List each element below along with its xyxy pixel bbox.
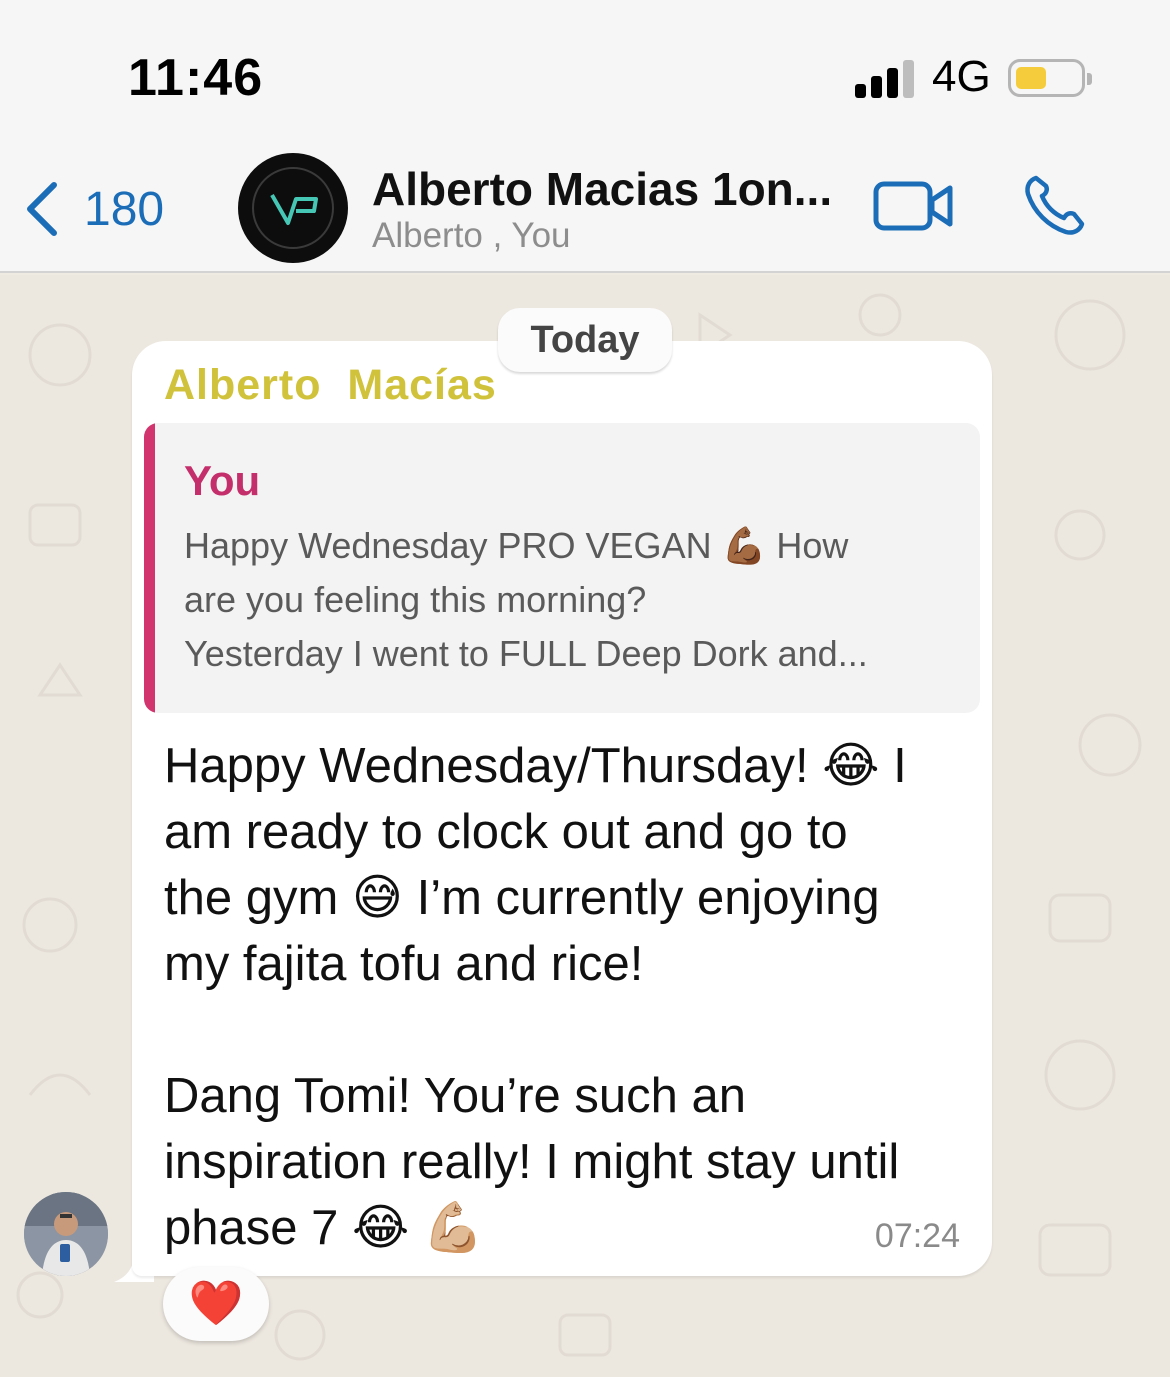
vp-logo-icon [252, 167, 334, 249]
back-button[interactable]: 180 [22, 174, 164, 244]
video-call-icon[interactable] [872, 176, 956, 236]
quote-text: Happy Wednesday PRO VEGAN 💪🏾 How are you… [184, 519, 964, 681]
status-bar: 11:46 4G [0, 0, 1170, 140]
chat-participants: Alberto , You [372, 216, 571, 255]
cellular-signal-icon [855, 58, 915, 98]
message-line: phase 7 😂 💪🏼 [164, 1201, 484, 1255]
quote-author: You [184, 457, 261, 504]
status-time: 11:46 [128, 49, 264, 107]
battery-icon [1008, 59, 1092, 97]
message-sender[interactable]: Alberto Macías [164, 361, 497, 410]
quote-line: are you feeling this morning? [184, 579, 647, 620]
chevron-left-icon [27, 182, 57, 236]
reaction-heart[interactable]: ❤️ [163, 1267, 269, 1341]
phone-icon[interactable] [1022, 172, 1088, 238]
message-line: inspiration really! I might stay until [164, 1135, 900, 1189]
message-line: Happy Wednesday/Thursday! 😂 I [164, 739, 907, 793]
quoted-reply[interactable]: You Happy Wednesday PRO VEGAN 💪🏾 How are… [144, 423, 980, 713]
chat-area[interactable]: Today Alberto Macías You Happy Wednesday… [0, 275, 1170, 1377]
unread-count: 180 [84, 182, 165, 236]
chat-title[interactable]: Alberto Macias 1on... [372, 162, 832, 216]
chat-header: 180 Alberto Macias 1on... Alberto , You [0, 140, 1170, 273]
message-timestamp: 07:24 [874, 1217, 960, 1255]
battery-fill [1016, 67, 1046, 89]
avatar-photo [24, 1192, 108, 1276]
sender-avatar[interactable] [24, 1192, 108, 1276]
quote-line: Yesterday I went to FULL Deep Dork and..… [184, 633, 868, 674]
network-type: 4G [932, 52, 991, 101]
date-separator: Today [498, 308, 672, 372]
quote-line: Happy Wednesday PRO VEGAN 💪🏾 How [184, 525, 849, 566]
message-line: the gym 😅 I’m currently enjoying [164, 871, 880, 925]
group-avatar[interactable] [238, 153, 348, 263]
message-line: Dang Tomi! You’re such an [164, 1069, 747, 1123]
message-line: am ready to clock out and go to [164, 805, 848, 859]
message-bubble[interactable]: Alberto Macías You Happy Wednesday PRO V… [132, 341, 992, 1276]
message-text: Happy Wednesday/Thursday! 😂 I am ready t… [164, 733, 964, 1261]
quote-accent-bar [144, 423, 155, 713]
message-line: my fajita tofu and rice! [164, 937, 644, 991]
